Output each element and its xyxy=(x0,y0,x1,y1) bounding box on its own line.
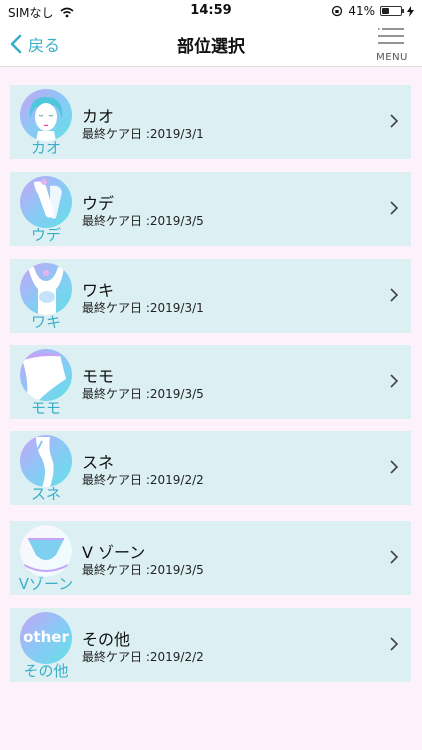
orientation-lock-icon xyxy=(332,5,343,17)
item-last-care: 最終ケア日 :2019/3/5 xyxy=(82,214,204,228)
body-part-item[interactable]: ワキ ワキ 最終ケア日 :2019/3/1 xyxy=(10,259,411,333)
item-title: スネ xyxy=(82,453,115,472)
armpit-icon xyxy=(20,263,72,315)
battery-icon xyxy=(380,6,404,16)
chevron-right-icon xyxy=(390,114,399,128)
other-icon: other xyxy=(20,612,72,664)
v-zone-icon xyxy=(20,525,72,577)
item-last-care: 最終ケア日 :2019/2/2 xyxy=(82,473,204,487)
nav-bar: 戻る 部位選択 MENU xyxy=(0,22,422,67)
status-right: 41% xyxy=(331,4,414,18)
menu-label: MENU xyxy=(376,52,408,63)
battery-fill xyxy=(382,8,389,14)
battery-tip xyxy=(402,9,404,13)
other-icon-text: other xyxy=(23,628,69,646)
face-icon xyxy=(20,89,72,141)
chevron-right-icon xyxy=(390,460,399,474)
item-icon-label: カオ xyxy=(30,139,61,157)
item-title: ウデ xyxy=(82,194,115,213)
body-part-item[interactable]: Vゾーン V ゾーン 最終ケア日 :2019/3/5 xyxy=(10,521,411,595)
item-icon-label: モモ xyxy=(30,399,61,417)
item-title: V ゾーン xyxy=(82,543,146,562)
battery-percent: 41% xyxy=(348,4,375,18)
body-part-item[interactable]: カオ カオ 最終ケア日 :2019/3/1 xyxy=(10,85,411,159)
chevron-right-icon xyxy=(390,637,399,651)
charging-icon xyxy=(407,5,414,17)
item-last-care: 最終ケア日 :2019/2/2 xyxy=(82,650,204,664)
item-title: その他 xyxy=(82,630,131,649)
body-part-item[interactable]: ウデ ウデ 最終ケア日 :2019/3/5 xyxy=(10,172,411,246)
item-title: ワキ xyxy=(82,281,115,300)
menu-button[interactable]: MENU xyxy=(370,24,414,64)
item-icon-label: ワキ xyxy=(30,313,61,331)
chevron-right-icon xyxy=(390,201,399,215)
item-icon-label: Vゾーン xyxy=(18,575,74,593)
shin-icon xyxy=(20,435,72,487)
item-title: モモ xyxy=(82,367,115,386)
thigh-icon xyxy=(20,349,72,401)
item-icon-label: スネ xyxy=(30,485,61,503)
hamburger-menu-icon xyxy=(378,28,404,44)
chevron-right-icon xyxy=(390,288,399,302)
page-title: 部位選択 xyxy=(177,37,245,57)
item-last-care: 最終ケア日 :2019/3/5 xyxy=(82,563,204,577)
body-part-item[interactable]: other その他 その他 最終ケア日 :2019/2/2 xyxy=(10,608,411,682)
body-part-item[interactable]: モモ モモ 最終ケア日 :2019/3/5 xyxy=(10,345,411,419)
chevron-right-icon xyxy=(390,374,399,388)
item-last-care: 最終ケア日 :2019/3/1 xyxy=(82,301,204,315)
item-icon-label: その他 xyxy=(23,662,69,680)
chevron-right-icon xyxy=(390,550,399,564)
item-title: カオ xyxy=(82,107,115,126)
arm-icon xyxy=(20,176,72,228)
item-icon-label: ウデ xyxy=(30,226,61,244)
body-part-item[interactable]: スネ スネ 最終ケア日 :2019/2/2 xyxy=(10,431,411,505)
item-last-care: 最終ケア日 :2019/3/1 xyxy=(82,127,204,141)
item-last-care: 最終ケア日 :2019/3/5 xyxy=(82,387,204,401)
status-bar: SIMなし 14:59 41% xyxy=(0,0,422,22)
